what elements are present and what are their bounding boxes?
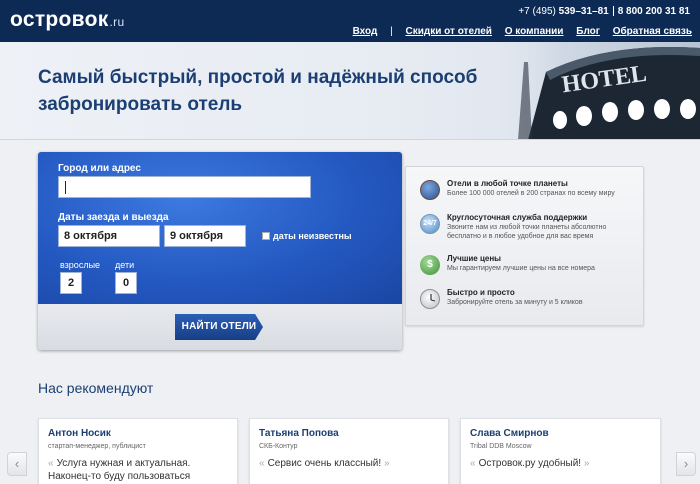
logo-text: островок (10, 8, 109, 31)
dates-unknown-label: даты неизвестны (273, 231, 352, 241)
date-dash: – (148, 229, 155, 241)
logo-tld: .ru (109, 15, 125, 29)
about-link[interactable]: О компании (505, 26, 564, 37)
city-input[interactable] (58, 176, 311, 198)
search-panel: Город или адрес Даты заезда и выезда 8 о… (38, 152, 402, 350)
search-form: Город или адрес Даты заезда и выезда 8 о… (38, 152, 402, 304)
testimonial-role: СКБ-Контур (259, 443, 298, 450)
carousel-next-button[interactable]: › (676, 452, 696, 476)
stopwatch-hands (430, 294, 436, 302)
hero-banner: Самый быстрый, простой и надёжный способ… (0, 42, 700, 140)
feedback-link[interactable]: Обратная связь (613, 26, 692, 37)
adults-input[interactable]: 2 (60, 272, 82, 294)
hero-title: Самый быстрый, простой и надёжный способ… (38, 67, 478, 115)
login-link[interactable]: Вход (353, 26, 378, 37)
feature-description: Забронируйте отель за минуту и 5 кликов (447, 299, 583, 306)
checkout-date-input[interactable]: 9 октября (164, 225, 246, 247)
checkbox-box[interactable] (262, 232, 270, 240)
site-logo[interactable]: островок.ru (10, 8, 124, 32)
feature-description: Мы гарантируем лучшие цены на все номера (447, 265, 595, 272)
adults-label: взрослые (60, 260, 101, 270)
phone-separator (612, 6, 614, 17)
open-quote-mark: « (259, 458, 265, 469)
kids-input[interactable]: 0 (115, 272, 137, 294)
testimonial-role: Tribal DDB Moscow (470, 443, 532, 450)
testimonial-quote: «Островок.ру удобный! » (470, 457, 654, 470)
phone-1-number: 539–31–81 (558, 6, 609, 17)
feature-description: Более 100 000 отелей в 200 странах по вс… (447, 190, 615, 197)
nav-separator: | (390, 26, 393, 37)
testimonial-quote: «Сервис очень классный! » (259, 457, 443, 470)
testimonial-card: Антон Носик стартап-менеджер, публицист … (38, 418, 238, 484)
close-quote-mark: » (383, 458, 390, 469)
find-hotels-button[interactable]: НАЙТИ ОТЕЛИ (175, 314, 263, 340)
feature-title: Круглосуточная служба поддержки (447, 213, 588, 222)
testimonial-name: Антон Носик (48, 428, 111, 439)
testimonial-name: Слава Смирнов (470, 428, 549, 439)
kids-label: дети (115, 260, 135, 270)
feature-title: Быстро и просто (447, 288, 515, 297)
stopwatch-icon (420, 289, 440, 309)
dates-unknown-checkbox[interactable]: даты неизвестны (262, 231, 352, 241)
feature-title: Лучшие цены (447, 254, 501, 263)
features-panel: Отели в любой точке планеты Более 100 00… (405, 166, 644, 326)
phone-numbers: +7 (495) 539–31–81 8 800 200 31 81 (518, 6, 690, 17)
phone-2: 8 800 200 31 81 (617, 6, 690, 17)
testimonial-card: Слава Смирнов Tribal DDB Moscow «Острово… (460, 418, 661, 484)
discounts-link[interactable]: Скидки от отелей (406, 26, 492, 37)
recommend-heading: Нас рекомендуют (38, 380, 154, 396)
testimonial-role: стартап-менеджер, публицист (48, 443, 146, 450)
checkin-date-input[interactable]: 8 октября (58, 225, 160, 247)
text-caret (65, 181, 66, 194)
feature-title: Отели в любой точке планеты (447, 179, 568, 188)
quote-text: Услуга нужная и актуальная. Наконец-то б… (48, 458, 191, 482)
testimonial-name: Татьяна Попова (259, 428, 339, 439)
dates-label: Даты заезда и выезда (58, 212, 169, 223)
top-navigation: Вход | Скидки от отелей О компании Блог … (343, 26, 692, 37)
phone-1-prefix: +7 (495) (518, 6, 556, 17)
testimonial-card: Татьяна Попова СКБ-Контур «Сервис очень … (249, 418, 449, 484)
city-label: Город или адрес (58, 163, 141, 174)
blog-link[interactable]: Блог (576, 26, 600, 37)
feature-description: Звоните нам из любой точки планеты абсол… (447, 224, 607, 240)
open-quote-mark: « (470, 458, 476, 469)
top-bar: островок.ru +7 (495) 539–31–81 8 800 200 … (0, 0, 700, 42)
globe-icon (420, 180, 440, 200)
open-quote-mark: « (48, 458, 54, 469)
testimonial-quote: «Услуга нужная и актуальная. Наконец-то … (48, 457, 232, 484)
hotel-sign-image: HOTEL (488, 42, 700, 139)
money-icon: $ (420, 255, 440, 275)
quote-text: Островок.ру удобный! (478, 458, 582, 469)
carousel-prev-button[interactable]: ‹ (7, 452, 27, 476)
quote-text: Сервис очень классный! (267, 458, 382, 469)
close-quote-mark: » (583, 458, 590, 469)
support-24-icon: 24/7 (420, 214, 440, 234)
